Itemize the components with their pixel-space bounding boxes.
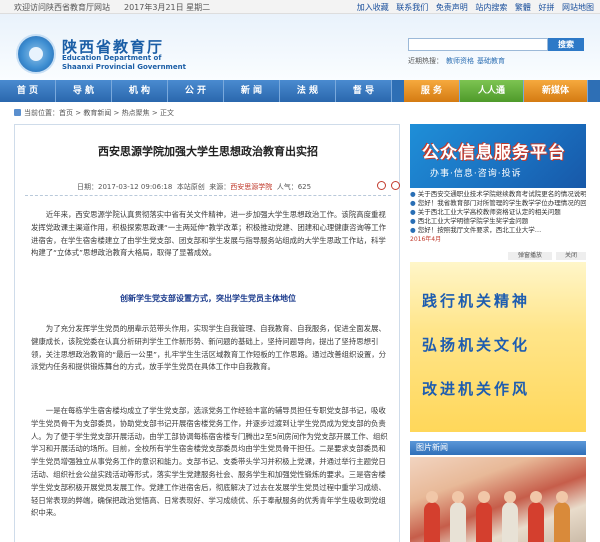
nav-new-media[interactable]: 新媒体 (524, 80, 588, 102)
public-service-banner[interactable]: 公众信息服务平台 办事·信息·咨询·投诉 (410, 124, 586, 188)
hot-search-item[interactable]: 基础教育 (477, 57, 505, 65)
link-pinyin[interactable]: 好拼 (538, 3, 554, 12)
article-paragraph-1: 近年来，西安思源学院认真贯彻落实中省有关文件精神，进一步加强大学生思想政治工作。… (31, 210, 387, 258)
site-name-en-line1: Education Department of (62, 54, 162, 62)
article-date: 日期：2017-03-12 09:06:18 (77, 183, 173, 191)
photo-figure (424, 491, 440, 542)
link-traditional[interactable]: 繁體 (515, 3, 531, 12)
banner-line-3: 改进机关作风 (422, 380, 531, 398)
site-name-en-line2: Shaanxi Provincial Government (62, 63, 186, 71)
link-add-favorite[interactable]: 加入收藏 (357, 3, 389, 12)
zoom-in-icon[interactable] (377, 181, 386, 190)
breadcrumb: 当前位置：首页 > 教育新闻 > 热点聚焦 > 正文 (14, 108, 174, 118)
link-site-search[interactable]: 站内搜索 (475, 3, 507, 12)
photo-figure (528, 491, 544, 542)
link-contact-us[interactable]: 联系我们 (396, 3, 428, 12)
photo-figure (476, 491, 492, 542)
hot-search-label: 近期热搜： (408, 57, 443, 65)
article-panel: 西安思源学院加强大学生思想政治教育出实招 日期：2017-03-12 09:06… (14, 124, 400, 542)
list-item[interactable]: ● 关于西北工业大学高校教师资格证认定的相关问题 (410, 208, 586, 217)
photo-figure (450, 491, 466, 542)
list-item[interactable]: ● 您好！我省教育部门对所管理的学生教学学位办理情况的回复 (410, 199, 586, 208)
notice-date: 2016年4月 (410, 236, 442, 243)
list-item[interactable]: ● 您好！按照我厅文件要求，西北工业大学… (410, 226, 586, 235)
search-button[interactable]: 搜索 (548, 38, 584, 51)
article-source: 本站原创 (176, 183, 205, 191)
popup-close-button[interactable]: 关闭 (556, 252, 586, 260)
nav-news[interactable]: 新 闻 (224, 80, 280, 102)
nav-supervision[interactable]: 督 导 (336, 80, 392, 102)
home-icon (14, 109, 21, 116)
current-date: 2017年3月21日 星期二 (124, 3, 211, 12)
hot-search-item[interactable]: 教师资格 (446, 57, 474, 65)
article-title: 西安思源学院加强大学生思想政治教育出实招 (98, 145, 318, 158)
banner-line-1: 践行机关精神 (422, 292, 531, 310)
article-paragraph-3: 一是在每栋学生宿舍楼均成立了学生党支部，选派党务工作经验丰富的辅导员担任专职党支… (31, 406, 388, 518)
article-author: 西安思源学院 (230, 183, 273, 191)
link-sitemap[interactable]: 网站地图 (562, 3, 594, 12)
photo-figure (554, 491, 570, 542)
hot-search: 近期热搜： 教师资格 基础教育 (408, 56, 505, 66)
nav-organization[interactable]: 机 构 (112, 80, 168, 102)
link-disclaimer[interactable]: 免责声明 (436, 3, 468, 12)
agency-spirit-banner[interactable]: 践行机关精神 弘扬机关文化 改进机关作风 (410, 262, 586, 432)
top-utility-bar: 欢迎访问陕西省教育厅网站 2017年3月21日 星期二 加入收藏 联系我们 免责… (0, 0, 600, 14)
banner-subtitle: 办事·信息·咨询·投诉 (430, 169, 522, 179)
list-item[interactable]: ● 西北工业大学明德学院学生奖学金问题 (410, 217, 586, 226)
utility-links: 加入收藏 联系我们 免责声明 站内搜索 繁體 好拼 网站地图 (352, 2, 594, 13)
emblem-icon[interactable] (16, 34, 56, 74)
article-paragraph-2: 为了充分发挥学生党员的朋辈示范带头作用，实现学生自我管理、自我教育、自我服务，促… (31, 324, 387, 372)
nav-services[interactable]: 服 务 (404, 80, 460, 102)
nav-home[interactable]: 首 页 (0, 80, 56, 102)
article-author-label: 来源： (209, 183, 231, 191)
popup-play-label[interactable]: 弹窗播放 (508, 252, 552, 260)
banner-title: 公众信息服务平台 (422, 143, 566, 163)
photo-news-header[interactable]: 图片新闻 (410, 441, 586, 455)
nav-regulations[interactable]: 法 规 (280, 80, 336, 102)
article-meta: 日期：2017-03-12 09:06:18 本站原创 来源：西安思源学院 人气… (77, 182, 311, 192)
list-item[interactable]: ● 关于西安交通职业技术学院继续教育考试院更名的情况说明 (410, 190, 586, 199)
zoom-out-icon[interactable] (391, 181, 400, 190)
main-nav: 首 页 导 航 机 构 公 开 新 闻 法 规 督 导 服 务 人人通 新媒体 (0, 80, 600, 102)
search-input[interactable] (408, 38, 548, 51)
notice-list: ● 关于西安交通职业技术学院继续教育考试院更名的情况说明 ● 您好！我省教育部门… (410, 190, 586, 244)
article-subhead: 创新学生党支部设置方式，突出学生党员主体地位 (120, 294, 296, 303)
article-views: 人气：625 (276, 183, 312, 191)
breadcrumb-text[interactable]: 当前位置：首页 > 教育新闻 > 热点聚焦 > 正文 (24, 109, 174, 117)
nav-guide[interactable]: 导 航 (56, 80, 112, 102)
nav-renrentong[interactable]: 人人通 (460, 80, 524, 102)
photo-news-image[interactable] (410, 457, 586, 542)
banner-line-2: 弘扬机关文化 (422, 336, 531, 354)
photo-figure (502, 491, 518, 542)
welcome-text: 欢迎访问陕西省教育厅网站 (14, 3, 110, 12)
site-header: 陕西省教育厅 Education Department of Shaanxi P… (0, 14, 600, 80)
meta-divider (25, 195, 391, 196)
nav-public[interactable]: 公 开 (168, 80, 224, 102)
